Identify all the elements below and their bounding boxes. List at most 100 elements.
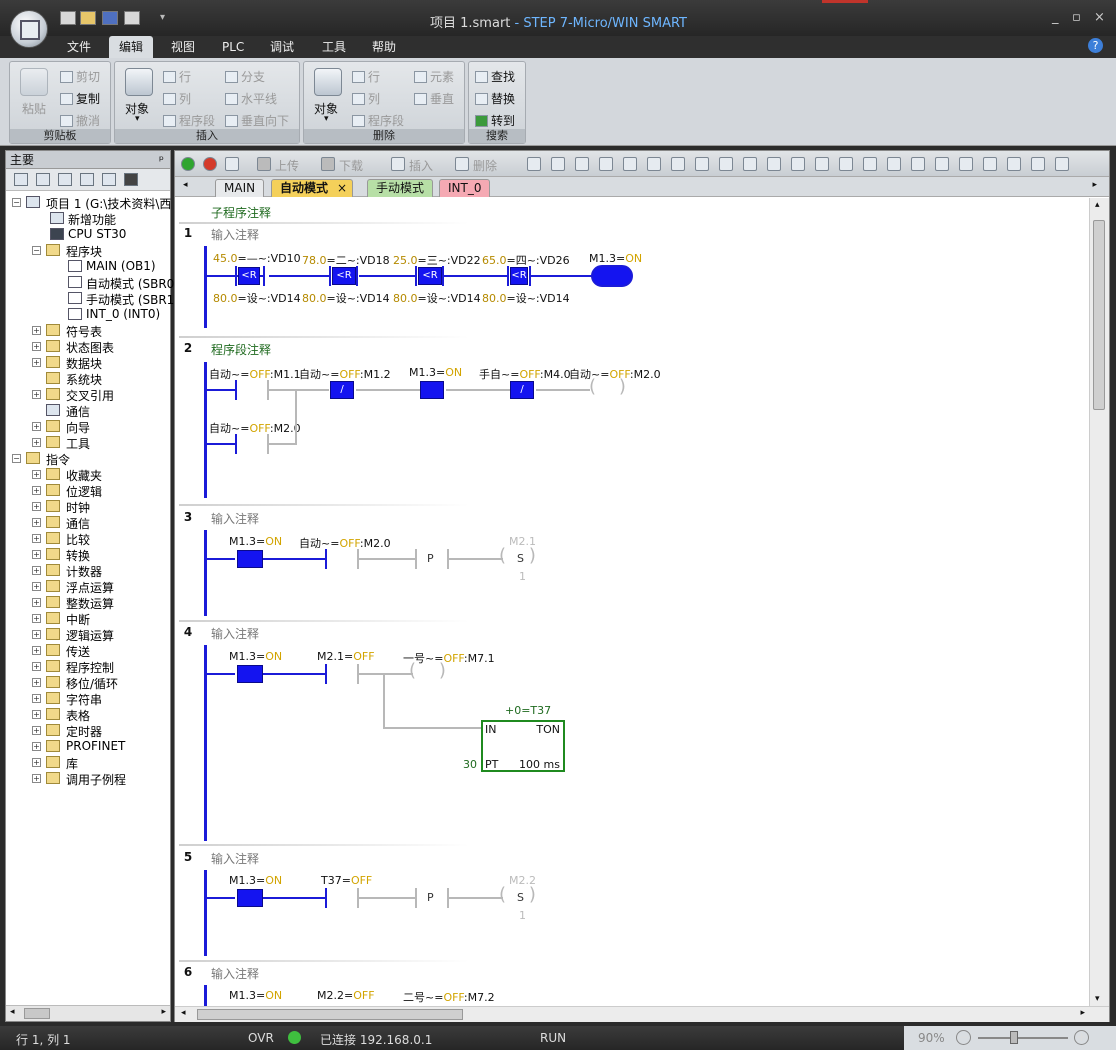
tree-item-project-2[interactable]: 数据块 [66,355,102,372]
tree-item-instruction-10[interactable]: 逻辑运算 [66,627,114,644]
print-icon[interactable] [124,11,140,25]
network-view-icon[interactable] [551,157,565,171]
tree-item-instruction-7[interactable]: 浮点运算 [66,579,114,596]
expand-icon[interactable]: + [32,758,41,767]
edit-icon[interactable] [959,157,973,171]
expand-icon[interactable]: + [32,646,41,655]
nc-contact-m1-2[interactable]: / [330,381,354,399]
scroll-thumb[interactable] [24,1008,50,1019]
minimize-button[interactable]: _ [1052,10,1059,25]
zoom-slider-track[interactable] [978,1037,1068,1039]
delete-element-button[interactable]: 元素 [414,68,454,85]
zoom-slider-thumb[interactable] [1010,1031,1018,1044]
contact-m1-3[interactable] [237,665,263,683]
blank-1-icon[interactable] [575,157,589,171]
network-comment[interactable]: 输入注释 [211,226,259,243]
tree-item-instruction-12[interactable]: 程序控制 [66,659,114,676]
application-menu-button[interactable] [10,10,48,48]
tree-item-main[interactable]: MAIN (OB1) [86,259,156,273]
editor-horizontal-scrollbar[interactable]: ◂ ▸ [175,1006,1109,1022]
output-coil[interactable] [591,265,633,287]
tab-int0[interactable]: INT_0 [439,179,491,197]
delete-network-button[interactable]: 程序段 [352,112,404,129]
delete-row-button[interactable]: 行 [352,68,380,85]
contact-m1-3[interactable] [237,550,263,568]
delete-button[interactable]: 删除 [473,157,497,174]
document-icon[interactable] [80,173,94,186]
tree-item-instruction-8[interactable]: 整数运算 [66,595,114,612]
save-icon[interactable] [102,11,118,25]
expand-icon[interactable]: + [32,662,41,671]
compile-icon[interactable] [225,157,239,171]
tree-item-project-1[interactable]: 状态图表 [66,339,114,356]
tree-item-sbr0[interactable]: 自动模式 (SBR0 [86,275,174,292]
tab-auto-mode[interactable]: 自动模式 × [271,179,354,197]
tab-debug[interactable]: 调试 [260,36,304,58]
tab-help[interactable]: 帮助 [362,36,406,58]
tree-item-instruction-5[interactable]: 转换 [66,547,90,564]
no-contact-m1-3[interactable] [420,381,444,399]
delete-column-button[interactable]: 列 [352,90,380,107]
expand-icon[interactable]: + [32,566,41,575]
scroll-thumb[interactable] [1093,220,1105,410]
tree-view-icon[interactable] [14,173,28,186]
collapse-icon[interactable]: − [12,198,21,207]
insert-button[interactable]: 插入 [409,157,433,174]
contact-icon[interactable] [839,157,853,171]
tree-item-instructions[interactable]: 指令 [46,451,70,468]
cut-button[interactable]: 剪切 [60,68,100,85]
expand-icon[interactable]: + [32,438,41,447]
scroll-right-icon[interactable]: ▸ [161,1007,166,1017]
expand-icon[interactable]: + [32,694,41,703]
scroll-tabs-right-icon[interactable]: ▸ [1092,180,1097,190]
network-comment[interactable]: 程序段注释 [211,341,271,358]
editor-vertical-scrollbar[interactable]: ▴ ▾ [1089,198,1109,1006]
scroll-right-icon[interactable]: ▸ [1080,1008,1085,1018]
copy-button[interactable]: 复制 [60,90,100,107]
settings-icon[interactable] [1055,157,1069,171]
insert-vdown-button[interactable]: 垂直向下 [225,112,289,129]
insert-hline-button[interactable]: 水平线 [225,90,277,107]
scroll-tabs-left-icon[interactable]: ◂ [183,180,188,190]
page-icon[interactable] [102,173,116,186]
nav-back-icon[interactable] [599,157,613,171]
label-icon[interactable] [911,157,925,171]
expand-icon[interactable]: + [32,582,41,591]
delete-vertical-button[interactable]: 垂直 [414,90,454,107]
tree-item-project[interactable]: 项目 1 (G:\技术资料\西 [46,195,171,212]
tree-item-instruction-9[interactable]: 中断 [66,611,90,628]
compare-contact-3[interactable]: <R [418,267,442,285]
scroll-thumb[interactable] [197,1009,463,1020]
expand-icon[interactable]: + [32,534,41,543]
line-right-icon[interactable] [815,157,829,171]
tree-item-instruction-11[interactable]: 传送 [66,643,90,660]
tree-item-project-5[interactable]: 通信 [66,403,90,420]
tab-manual-mode[interactable]: 手动模式 [367,179,434,197]
tree-item-cpu[interactable]: CPU ST30 [68,227,126,241]
collapse-icon[interactable]: − [12,454,21,463]
scroll-down-icon[interactable]: ▾ [1095,994,1100,1004]
expand-icon[interactable]: + [32,550,41,559]
zoom-in-icon[interactable]: + [1074,1030,1089,1045]
timer-block-ton[interactable]: IN TON PT 100 ms [481,720,565,772]
tree-item-project-7[interactable]: 工具 [66,435,90,452]
tab-main[interactable]: MAIN [215,179,265,197]
expand-icon[interactable]: + [32,630,41,639]
goto-button[interactable]: 转到 [475,112,515,129]
tree-item-sbr1[interactable]: 手动模式 (SBR1 [86,291,174,308]
insert-icon[interactable] [391,157,405,171]
list-view-icon[interactable] [58,173,72,186]
expand-icon[interactable]: + [32,678,41,687]
close-button[interactable]: × [1094,10,1105,25]
tree-item-instruction-15[interactable]: 表格 [66,707,90,724]
delete-block-icon[interactable] [647,157,661,171]
tree-item-whatsnew[interactable]: 新增功能 [68,211,116,228]
network-comment[interactable]: 输入注释 [211,850,259,867]
tree-item-instruction-14[interactable]: 字符串 [66,691,102,708]
contact-m1-3[interactable] [237,889,263,907]
expand-icon[interactable]: + [32,502,41,511]
tree-item-project-4[interactable]: 交叉引用 [66,387,114,404]
branch-down-icon[interactable] [767,157,781,171]
open-folder-icon[interactable] [80,11,96,25]
tree-item-instruction-17[interactable]: PROFINET [66,739,125,753]
